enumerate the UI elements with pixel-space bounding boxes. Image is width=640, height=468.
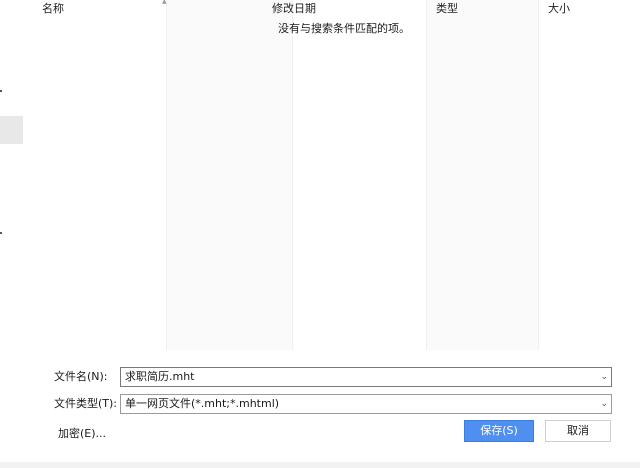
chevron-down-icon[interactable]: ⌄ [600, 397, 608, 411]
dialog-bottom-edge [0, 462, 640, 468]
sort-up-icon: ▲ [162, 0, 167, 5]
filetype-value: 单一网页文件(*.mht;*.mhtml) [125, 397, 280, 410]
file-list: ▲ 名称 修改日期 类型 大小 没有与搜索条件匹配的项。 [26, 0, 640, 350]
nav-marker [0, 90, 2, 92]
column-header-name[interactable]: 名称 [42, 2, 64, 16]
chevron-down-icon[interactable]: ⌄ [600, 370, 608, 384]
nav-marker [0, 232, 2, 234]
column-separator[interactable] [538, 0, 539, 350]
empty-message: 没有与搜索条件匹配的项。 [278, 22, 410, 35]
column-header-modified[interactable]: 修改日期 [272, 2, 316, 16]
cancel-button[interactable]: 取消 [545, 420, 611, 442]
filename-value: 求职简历.mht [125, 370, 195, 383]
column-separator[interactable] [292, 0, 293, 350]
column-separator[interactable] [166, 0, 167, 350]
nav-item-selected[interactable] [0, 116, 23, 144]
save-button[interactable]: 保存(S) [464, 420, 534, 442]
filetype-select[interactable]: 单一网页文件(*.mht;*.mhtml) ⌄ [120, 394, 612, 414]
column-shade [426, 0, 538, 350]
filetype-label: 文件类型(T): [54, 397, 118, 410]
column-shade [166, 0, 292, 350]
filename-label: 文件名(N): [54, 370, 108, 383]
column-separator[interactable] [426, 0, 427, 350]
navigation-pane [0, 0, 26, 348]
column-header-size[interactable]: 大小 [548, 2, 570, 16]
column-header-type[interactable]: 类型 [436, 2, 458, 16]
encrypt-link[interactable]: 加密(E)... [58, 425, 106, 441]
filename-input[interactable]: 求职简历.mht ⌄ [120, 367, 612, 387]
